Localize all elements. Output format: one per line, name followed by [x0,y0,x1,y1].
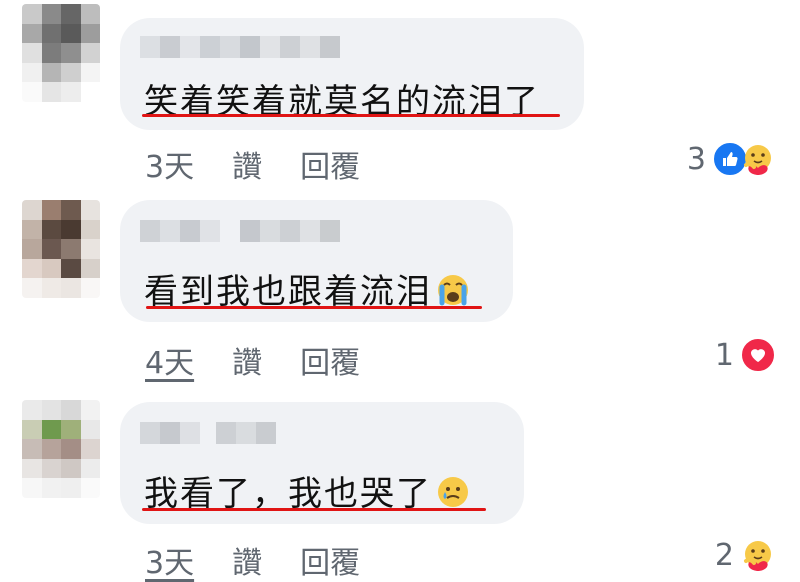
comment-actions: 3天 讚 回覆 [145,142,360,186]
avatar-pixel [22,419,42,440]
care-icon [740,141,776,177]
avatar-pixel [61,478,81,498]
avatar-pixel [22,200,42,220]
avatar-pixel [41,439,61,459]
commenter-name-blurred[interactable] [140,36,340,58]
crying-face-icon [436,273,470,316]
avatar-pixel [61,219,81,240]
reply-button[interactable]: 回覆 [300,538,360,582]
reply-button[interactable]: 回覆 [300,338,360,382]
avatar-pixel [80,278,100,298]
avatar-pixel [61,200,81,220]
avatar-pixel [80,4,100,24]
timestamp[interactable]: 3天 [145,142,194,186]
avatar-pixel [41,458,61,479]
avatar-pixel [41,82,61,102]
avatar-pixel [80,62,100,83]
avatar-pixel [80,219,100,240]
avatar-pixel [22,400,42,420]
comment-actions: 4天 讚 回覆 [145,338,360,382]
avatar-pixel [61,43,81,63]
comment-bubble: 看到我也跟着流泪 [120,200,513,322]
like-button[interactable]: 讚 [232,538,262,582]
avatar-pixel [22,43,42,63]
avatar-pixel [41,239,61,259]
avatar-pixel [22,23,42,44]
avatar-pixel [80,419,100,440]
avatar-pixel [22,478,42,498]
avatar-pixel [22,458,42,479]
avatar-pixel [41,62,61,83]
avatar-pixel [61,458,81,479]
like-button[interactable]: 讚 [232,142,262,186]
avatar-pixel [41,419,61,440]
avatar[interactable] [22,200,100,298]
avatar-pixel [61,400,81,420]
avatar-pixel [80,258,100,279]
comment-bubble: 我看了，我也哭了 [120,402,524,524]
avatar-pixel [41,200,61,220]
timestamp[interactable]: 4天 [145,338,194,382]
avatar-pixel [41,43,61,63]
avatar-pixel [22,278,42,298]
commenter-name-blurred[interactable] [140,422,276,444]
reaction-summary[interactable]: 2 [715,537,776,573]
avatar-pixel [22,82,42,102]
avatar-pixel [61,62,81,83]
reaction-count: 3 [686,141,706,177]
avatar-pixel [41,478,61,498]
tearful-smile-icon [436,475,470,518]
avatar-pixel [22,439,42,459]
red-underline [146,306,482,309]
avatar-pixel [61,258,81,279]
comment-bubble: 笑着笑着就莫名的流泪了 [120,18,584,130]
avatar-pixel [22,258,42,279]
avatar-pixel [22,62,42,83]
avatar-pixel [22,219,42,240]
avatar-pixel [80,400,100,420]
avatar-pixel [41,400,61,420]
avatar-pixel [61,23,81,44]
avatar-pixel [41,4,61,24]
red-underline [142,114,560,117]
avatar-pixel [61,439,81,459]
avatar-pixel [61,4,81,24]
avatar-pixel [80,439,100,459]
avatar-pixel [61,419,81,440]
avatar-pixel [80,23,100,44]
comment-actions: 3天 讚 回覆 [145,538,360,582]
commenter-name-blurred[interactable] [140,220,340,242]
heart-icon [740,337,776,373]
avatar-pixel [41,258,61,279]
avatar-pixel [22,239,42,259]
avatar-pixel [61,278,81,298]
avatar-pixel [80,478,100,498]
avatar[interactable] [22,4,100,102]
avatar-pixel [61,82,81,102]
reaction-count: 1 [714,337,734,373]
reply-button[interactable]: 回覆 [300,142,360,186]
avatar-pixel [80,82,100,102]
avatar-pixel [41,278,61,298]
avatar[interactable] [22,400,100,498]
avatar-pixel [80,43,100,63]
timestamp[interactable]: 3天 [145,538,194,582]
red-underline [142,508,486,511]
avatar-pixel [80,458,100,479]
avatar-pixel [80,200,100,220]
like-button[interactable]: 讚 [232,338,262,382]
reaction-summary[interactable]: 1 [715,337,776,373]
avatar-pixel [41,219,61,240]
avatar-pixel [22,4,42,24]
avatar-pixel [80,239,100,259]
reaction-summary[interactable]: 3 [687,141,776,177]
avatar-pixel [61,239,81,259]
care-icon [740,537,776,573]
avatar-pixel [41,23,61,44]
reaction-count: 2 [714,537,734,573]
